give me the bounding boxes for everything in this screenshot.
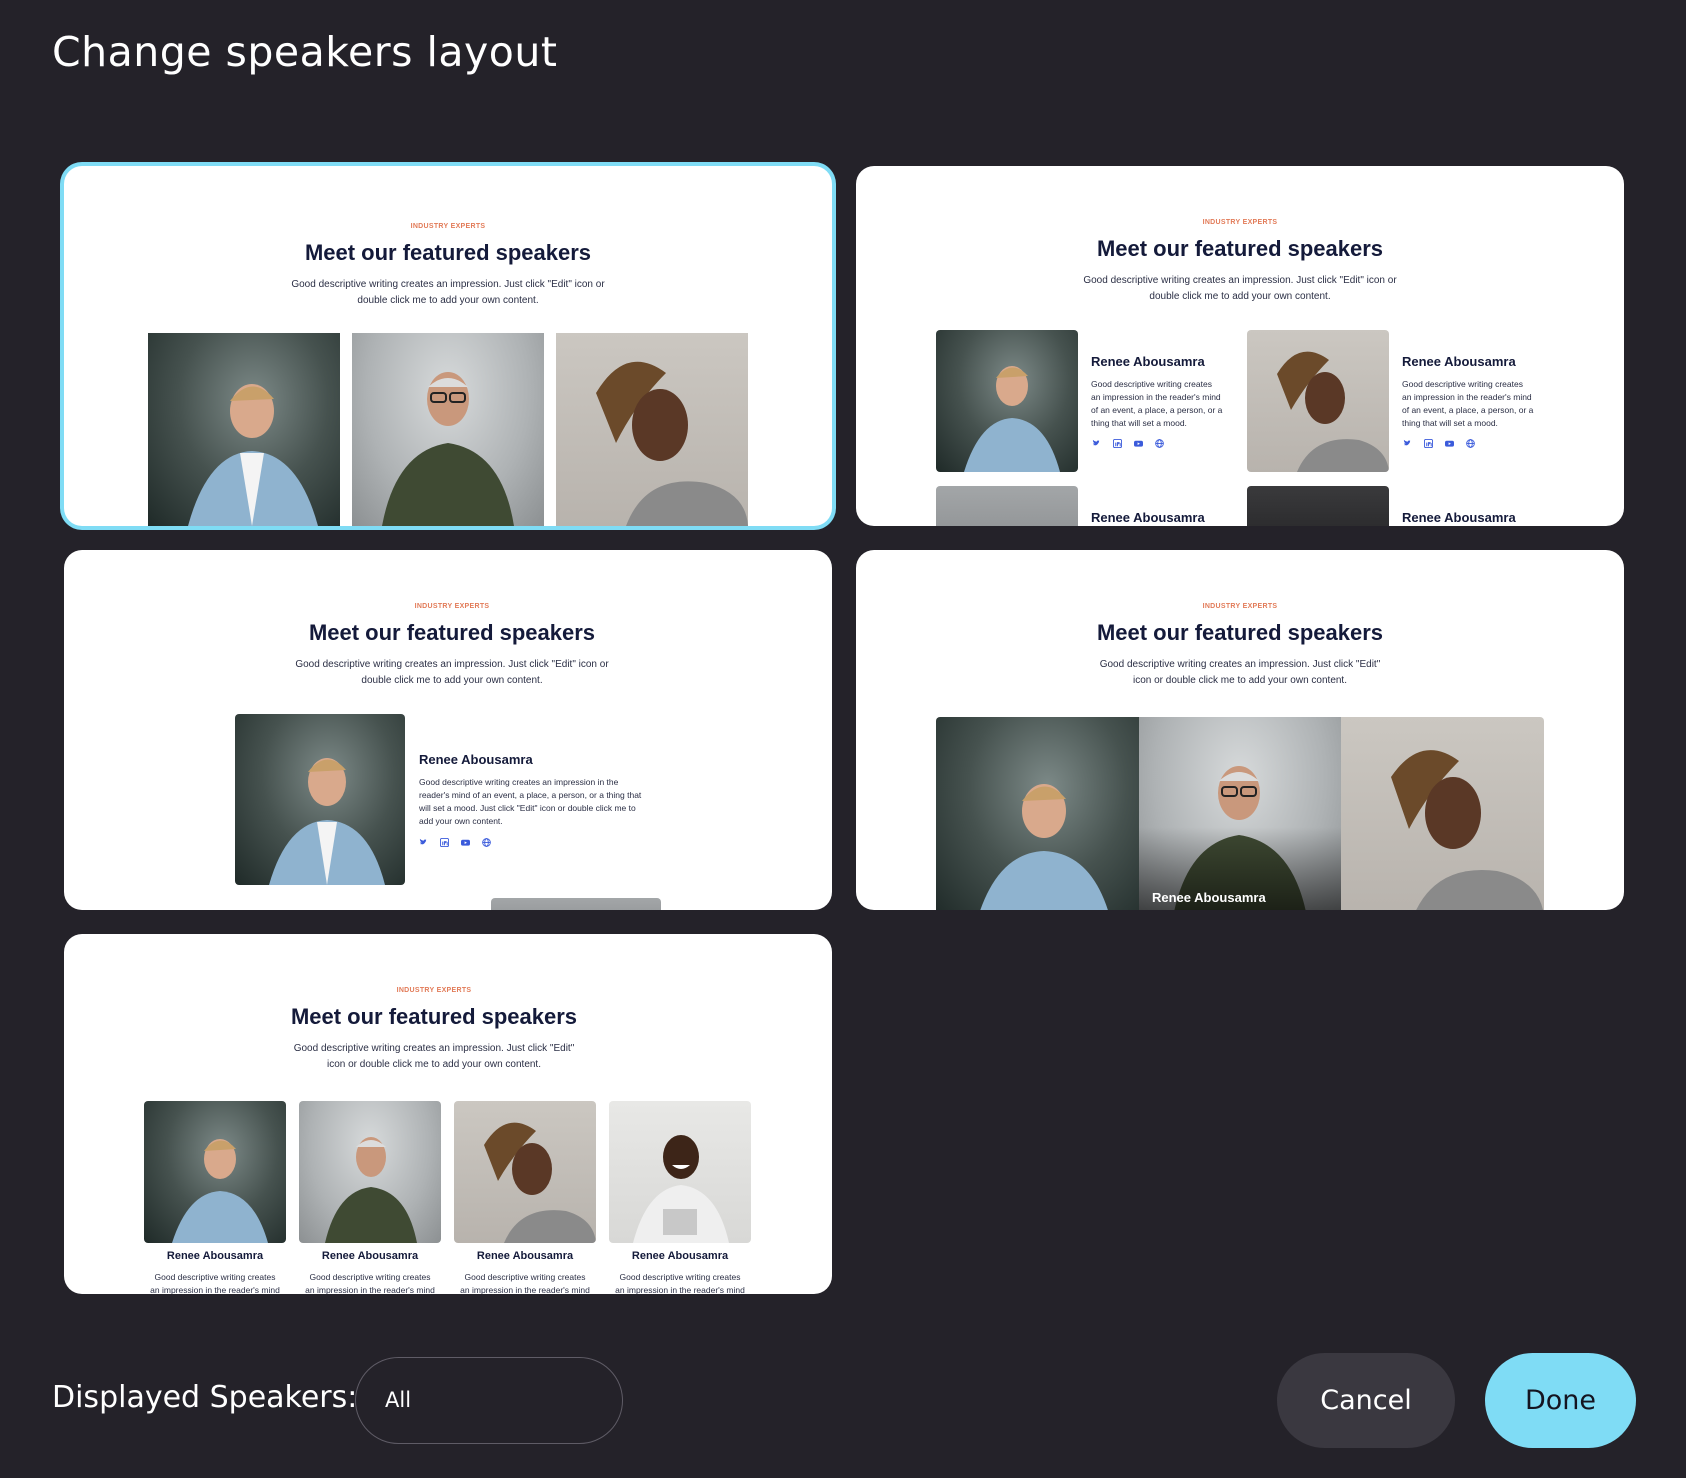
speaker-photo	[1139, 717, 1341, 910]
kicker-text: INDUSTRY EXPERTS	[410, 223, 486, 230]
speaker-photo	[235, 714, 405, 885]
speaker-bio: Good descriptive writing creates an impre…	[305, 1272, 435, 1294]
preview-description: Good descriptive writing creates an impr…	[293, 1043, 575, 1070]
preview-description: Good descriptive writing creates an impr…	[295, 659, 609, 686]
layout-option-four-column-cards[interactable]: INDUSTRY EXPERTS Meet our featured speak…	[64, 934, 832, 1294]
globe-icon[interactable]	[1155, 439, 1164, 448]
speaker-name: Renee Abousamra	[166, 1250, 264, 1262]
speaker-photo	[148, 333, 340, 526]
kicker-text: INDUSTRY EXPERTS	[1202, 219, 1278, 226]
speaker-photo	[936, 330, 1078, 472]
preview-headline: Meet our featured speakers	[308, 620, 596, 645]
kicker-text: INDUSTRY EXPERTS	[1202, 603, 1278, 610]
layout-option-two-column-bio[interactable]: INDUSTRY EXPERTS Meet our featured speak…	[856, 166, 1624, 526]
social-links	[419, 838, 491, 847]
speaker-bio: Good descriptive writing creates an impre…	[150, 1272, 280, 1294]
speaker-name: Renee Abousamra	[1402, 510, 1516, 525]
speaker-photo	[556, 333, 748, 526]
displayed-speakers-label: Displayed Speakers:	[52, 1380, 358, 1415]
speaker-name: Renee Abousamra	[1402, 354, 1516, 369]
speaker-photo	[936, 486, 1078, 526]
social-links	[1403, 439, 1475, 448]
layout-option-grid-photos[interactable]: INDUSTRY EXPERTS Meet our featured speak…	[64, 166, 832, 526]
twitter-icon[interactable]	[1092, 439, 1101, 448]
linkedin-icon[interactable]	[1113, 439, 1122, 448]
done-button[interactable]: Done	[1485, 1353, 1636, 1448]
cancel-button[interactable]: Cancel	[1277, 1353, 1455, 1448]
speaker-name: Renee Abousamra	[631, 1250, 729, 1262]
speaker-bio: Good descriptive writing creates an impre…	[460, 1272, 590, 1294]
speaker-name: Renee Abousamra	[419, 752, 533, 767]
speaker-photo	[144, 1101, 286, 1243]
speaker-name: Renee Abousamra	[1091, 354, 1205, 369]
preview-description: Good descriptive writing creates an impr…	[1099, 659, 1381, 686]
speaker-name: Renee Abousamra	[1091, 510, 1205, 525]
layout-option-photo-strip[interactable]: INDUSTRY EXPERTS Meet our featured speak…	[856, 550, 1624, 910]
speaker-photo	[1247, 330, 1389, 472]
preview-description: Good descriptive writing creates an impr…	[291, 279, 605, 306]
speaker-bio: Good descriptive writing creates an impr…	[419, 777, 642, 826]
speaker-name: Renee Abousamra	[476, 1250, 574, 1262]
speaker-photo	[454, 1101, 596, 1243]
speaker-photo	[352, 333, 544, 526]
speaker-photo	[936, 717, 1139, 910]
speaker-photo	[1247, 486, 1389, 526]
preview-description: Good descriptive writing creates an impr…	[1083, 275, 1397, 302]
kicker-text: INDUSTRY EXPERTS	[414, 603, 490, 610]
speaker-bio: Good descriptive writing creates an impre…	[1402, 379, 1534, 428]
linkedin-icon[interactable]	[1424, 439, 1433, 448]
preview-headline: Meet our featured speakers	[1096, 236, 1384, 261]
speaker-photo	[299, 1101, 441, 1243]
speaker-name-overlay: Renee Abousamra	[1152, 890, 1266, 905]
speaker-bio: Good descriptive writing creates an impre…	[615, 1272, 745, 1294]
youtube-icon[interactable]	[461, 838, 470, 847]
preview-headline: Meet our featured speakers	[1096, 620, 1384, 645]
globe-icon[interactable]	[1466, 439, 1475, 448]
speaker-photo	[491, 898, 661, 910]
preview-headline: Meet our featured speakers	[304, 240, 592, 265]
preview-headline: Meet our featured speakers	[290, 1004, 578, 1029]
speaker-bio: Good descriptive writing creates an impre…	[1091, 379, 1223, 428]
linkedin-icon[interactable]	[440, 838, 449, 847]
layout-option-single-row-bio[interactable]: INDUSTRY EXPERTS Meet our featured speak…	[64, 550, 832, 910]
twitter-icon[interactable]	[1403, 439, 1412, 448]
globe-icon[interactable]	[482, 838, 491, 847]
youtube-icon[interactable]	[1445, 439, 1454, 448]
modal-title: Change speakers layout	[52, 28, 558, 76]
twitter-icon[interactable]	[419, 838, 428, 847]
speaker-name: Renee Abousamra	[321, 1250, 419, 1262]
speaker-photo	[609, 1101, 751, 1243]
youtube-icon[interactable]	[1134, 439, 1143, 448]
social-links	[1092, 439, 1164, 448]
speaker-photo	[1341, 717, 1544, 910]
kicker-text: INDUSTRY EXPERTS	[396, 987, 472, 994]
displayed-speakers-select[interactable]: All	[355, 1357, 623, 1444]
